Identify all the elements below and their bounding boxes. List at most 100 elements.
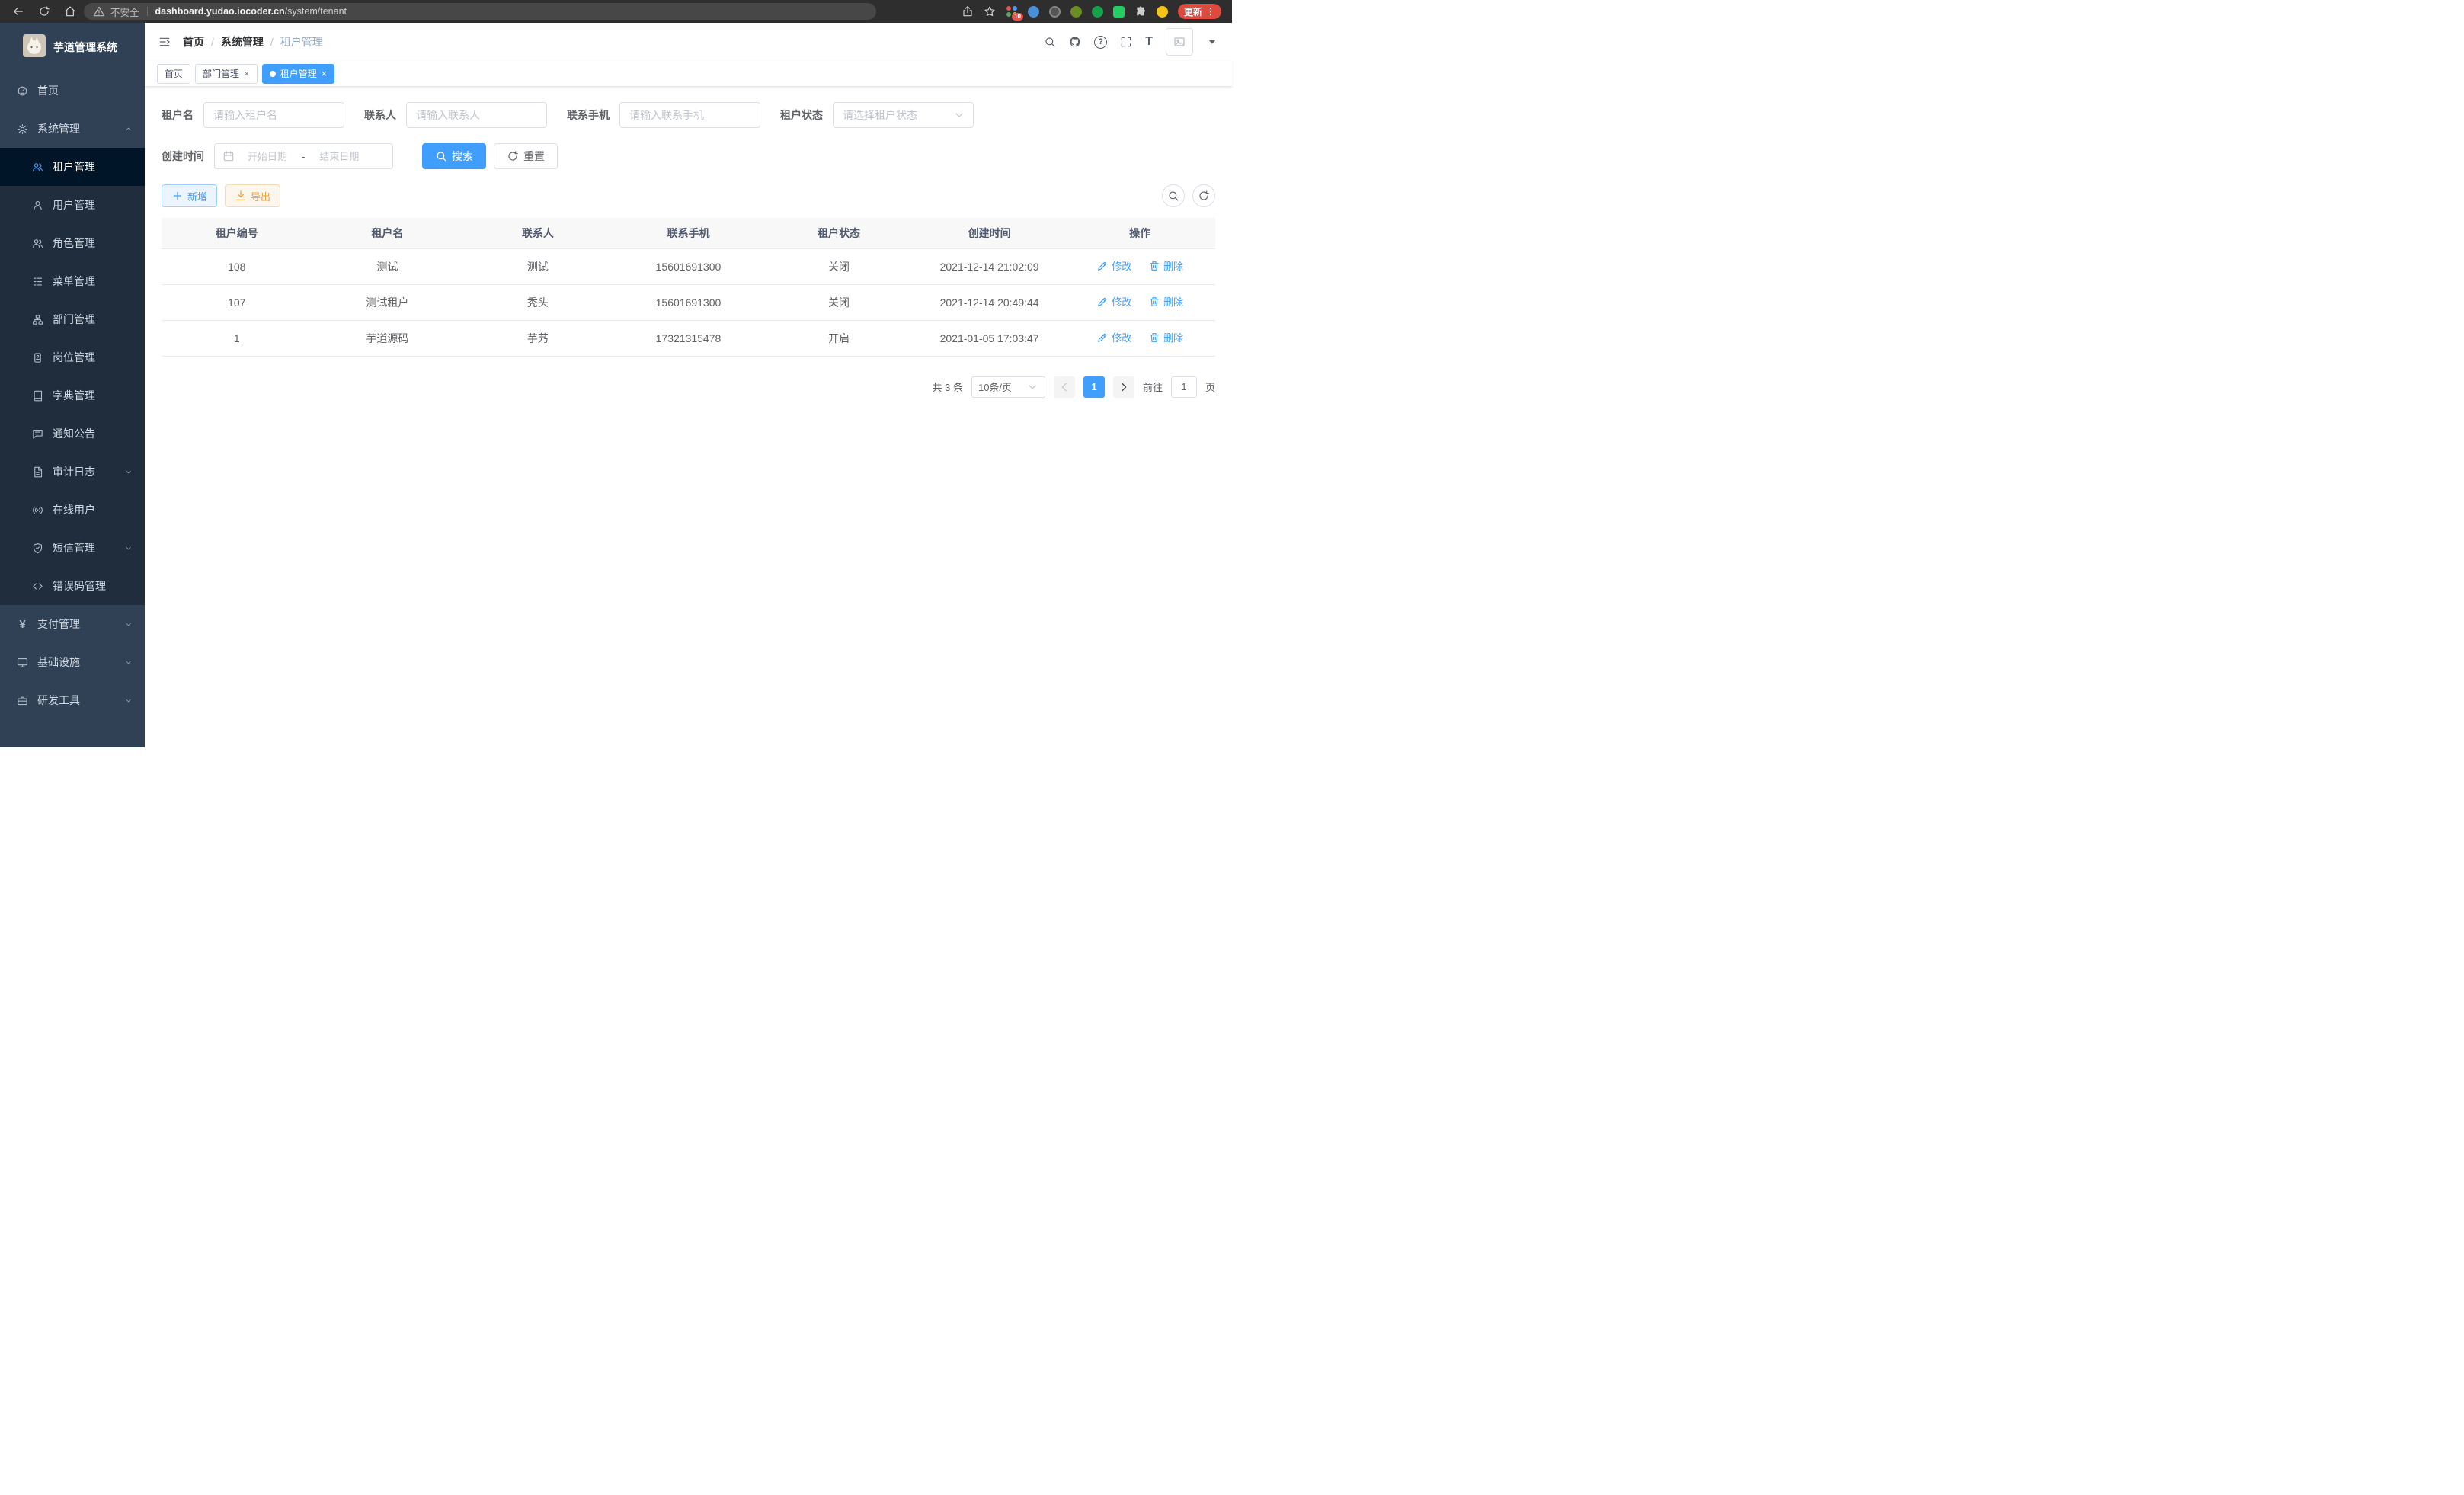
bookmark-star-icon[interactable] <box>984 5 996 18</box>
tag-home[interactable]: 首页 <box>157 64 190 84</box>
extension-blue-icon[interactable] <box>1028 6 1039 18</box>
search-icon[interactable] <box>1044 36 1056 48</box>
sidebar-item-dict[interactable]: 字典管理 <box>0 376 145 415</box>
search-button[interactable]: 搜索 <box>422 143 486 169</box>
sidebar-item-users[interactable]: 用户管理 <box>0 186 145 224</box>
tenant-status-select[interactable]: 请选择租户状态 <box>833 102 974 128</box>
help-icon[interactable]: ? <box>1094 36 1107 49</box>
sidebar-item-audit-log[interactable]: 审计日志 <box>0 453 145 491</box>
breadcrumb-separator: / <box>270 36 274 48</box>
delete-button[interactable]: 删除 <box>1148 330 1183 344</box>
browser-update-button[interactable]: 更新 ⋮ <box>1178 4 1221 19</box>
delete-button[interactable]: 删除 <box>1148 258 1183 273</box>
url-domain: dashboard.yudao.iocoder.cn <box>155 6 285 17</box>
cell-created: 2021-12-14 20:49:44 <box>914 284 1065 320</box>
close-icon[interactable]: × <box>322 69 328 78</box>
security-label[interactable]: 不安全 <box>110 5 139 19</box>
table-toolbar: 新增 导出 <box>162 184 1215 207</box>
reload-icon[interactable] <box>38 5 50 18</box>
user-avatar[interactable] <box>1166 28 1193 56</box>
extensions-grid-icon[interactable]: 10 <box>1006 5 1018 18</box>
col-tenant-name: 租户名 <box>312 218 463 248</box>
browser-chrome: 不安全 dashboard.yudao.iocoder.cn/system/te… <box>0 0 1232 23</box>
sidebar-item-error-codes[interactable]: 错误码管理 <box>0 567 145 605</box>
sidebar-item-label: 基础设施 <box>37 655 80 670</box>
refresh-table-button[interactable] <box>1192 184 1215 207</box>
extension-square-icon[interactable] <box>1113 6 1125 18</box>
share-icon[interactable] <box>962 5 974 18</box>
edit-button[interactable]: 修改 <box>1096 294 1131 309</box>
tag-department[interactable]: 部门管理 × <box>195 64 258 84</box>
sidebar-item-notice[interactable]: 通知公告 <box>0 415 145 453</box>
active-dot <box>270 71 276 77</box>
kebab-menu-icon[interactable]: ⋮ <box>1206 6 1215 17</box>
sidebar-item-menus[interactable]: 菜单管理 <box>0 262 145 300</box>
sidebar-item-posts[interactable]: 岗位管理 <box>0 338 145 376</box>
sidebar-item-label: 部门管理 <box>53 312 95 327</box>
field-label: 租户名 <box>162 107 194 123</box>
extension-olive-icon[interactable] <box>1070 6 1082 18</box>
tenant-name-input[interactable] <box>203 102 344 128</box>
goto-page-input[interactable] <box>1171 376 1197 398</box>
sidebar-item-system[interactable]: 系统管理 <box>0 110 145 148</box>
edit-label: 修改 <box>1112 294 1131 309</box>
plus-icon <box>171 190 184 202</box>
add-button[interactable]: 新增 <box>162 184 217 207</box>
toggle-search-button[interactable] <box>1162 184 1185 207</box>
back-icon[interactable] <box>12 5 24 18</box>
export-button[interactable]: 导出 <box>225 184 280 207</box>
address-bar[interactable]: 不安全 dashboard.yudao.iocoder.cn/system/te… <box>84 3 876 20</box>
prev-page-button[interactable] <box>1054 376 1075 398</box>
breadcrumb-item[interactable]: 系统管理 <box>221 34 264 50</box>
sidebar-item-dev-tools[interactable]: 研发工具 <box>0 681 145 719</box>
browser-toolbar-right: 10 更新 ⋮ <box>962 4 1224 19</box>
cell-mobile: 15601691300 <box>613 248 764 284</box>
close-icon[interactable]: × <box>244 69 250 78</box>
edit-button[interactable]: 修改 <box>1096 258 1131 273</box>
sidebar-fold-icon[interactable] <box>158 36 171 48</box>
extension-green-icon[interactable] <box>1092 6 1103 18</box>
end-date-input[interactable] <box>309 151 369 162</box>
sidebar-item-home[interactable]: 首页 <box>0 72 145 110</box>
sidebar-item-sms[interactable]: 短信管理 <box>0 529 145 567</box>
pagination: 共 3 条 10条/页 1 前往 页 <box>162 376 1215 398</box>
breadcrumb-item[interactable]: 首页 <box>183 34 204 50</box>
fullscreen-icon[interactable] <box>1120 36 1132 48</box>
create-time-range-picker[interactable]: - <box>214 143 393 169</box>
table-row: 1 芋道源码 芋艿 17321315478 开启 2021-01-05 17:0… <box>162 320 1215 356</box>
next-page-button[interactable] <box>1113 376 1134 398</box>
extension-dark-icon[interactable] <box>1049 6 1061 18</box>
sidebar-item-departments[interactable]: 部门管理 <box>0 300 145 338</box>
sidebar-item-tenant[interactable]: 租户管理 <box>0 148 145 186</box>
github-icon[interactable] <box>1069 36 1081 48</box>
page-size-select[interactable]: 10条/页 <box>971 376 1045 398</box>
start-date-input[interactable] <box>238 151 297 162</box>
col-status: 租户状态 <box>763 218 914 248</box>
font-size-icon[interactable]: T <box>1145 35 1153 49</box>
address-divider <box>147 7 148 16</box>
browser-home-icon[interactable] <box>64 5 76 18</box>
delete-button[interactable]: 删除 <box>1148 294 1183 309</box>
contact-input[interactable] <box>406 102 547 128</box>
sidebar-item-payment[interactable]: ¥ 支付管理 <box>0 605 145 643</box>
filter-tenant-name: 租户名 <box>162 102 344 128</box>
extensions-puzzle-icon[interactable] <box>1134 5 1147 18</box>
sidebar-item-infrastructure[interactable]: 基础设施 <box>0 643 145 681</box>
app-logo[interactable]: 芋道管理系统 <box>0 23 145 72</box>
reset-button[interactable]: 重置 <box>494 143 558 169</box>
filter-row-1: 租户名 联系人 联系手机 租户状态 请选择租户状态 <box>162 102 1215 128</box>
sidebar-item-roles[interactable]: 角色管理 <box>0 224 145 262</box>
notice-message-icon <box>32 428 43 440</box>
download-icon <box>235 190 247 202</box>
page-1-button[interactable]: 1 <box>1083 376 1105 398</box>
caret-down-icon[interactable] <box>1206 36 1218 48</box>
profile-avatar-icon[interactable] <box>1157 6 1168 18</box>
mobile-input[interactable] <box>619 102 760 128</box>
navbar-right: ? T <box>1044 28 1218 56</box>
chevron-down-icon <box>124 658 133 667</box>
sidebar-item-label: 岗位管理 <box>53 350 95 365</box>
edit-button[interactable]: 修改 <box>1096 330 1131 344</box>
cell-tenant-id: 107 <box>162 284 312 320</box>
tag-tenant-active[interactable]: 租户管理 × <box>262 64 335 84</box>
sidebar-item-online-users[interactable]: 在线用户 <box>0 491 145 529</box>
